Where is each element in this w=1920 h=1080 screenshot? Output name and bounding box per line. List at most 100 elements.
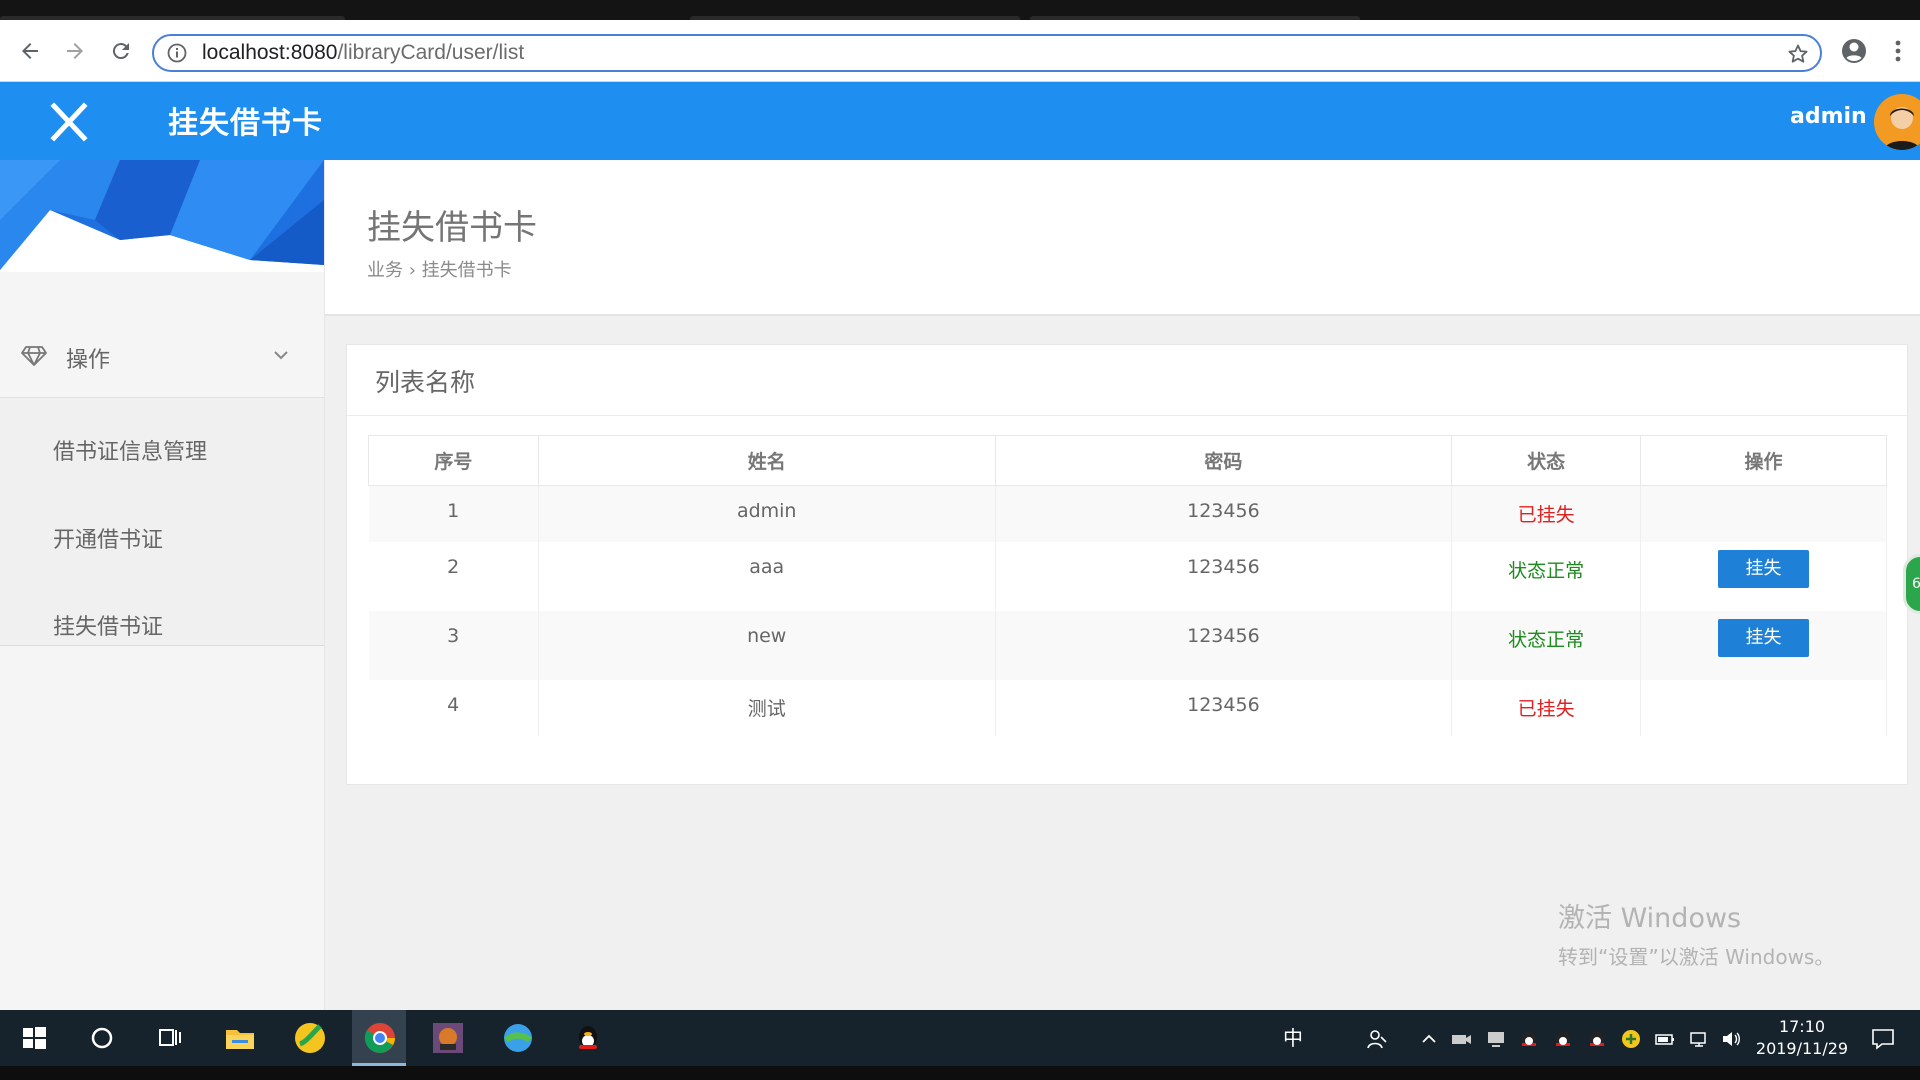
cell-name: admin	[538, 485, 996, 542]
clock-time: 17:10	[1778, 1017, 1826, 1036]
qq-tray-icon[interactable]	[1518, 1028, 1540, 1050]
sidebar-item-card-management[interactable]: 借书证信息管理	[53, 434, 207, 466]
account-icon[interactable]	[1837, 34, 1871, 68]
table-row: 2 aaa 123456 状态正常 挂失	[368, 541, 1887, 611]
forward-button[interactable]	[58, 34, 92, 68]
monitor-tray-icon[interactable]	[1485, 1028, 1507, 1050]
taskbar-clock[interactable]: 17:10 2019/11/29	[1750, 1016, 1854, 1060]
cell-no: 3	[368, 610, 539, 680]
back-button[interactable]	[13, 34, 47, 68]
battery-icon[interactable]	[1654, 1028, 1676, 1050]
qq-icon[interactable]	[570, 1020, 606, 1056]
avatar[interactable]	[1874, 94, 1920, 150]
main-content: 挂失借书卡 业务 › 挂失借书卡 列表名称 序号 姓名 密码 状态 操作 1 a…	[325, 160, 1920, 1010]
url-path: /libraryCard/user/list	[337, 41, 525, 64]
arrow-left-icon	[22, 43, 38, 59]
cell-name: aaa	[538, 541, 996, 611]
table-row: 1 admin 123456 已挂失	[368, 485, 1887, 542]
address-bar[interactable]: localhost:8080/libraryCard/user/list	[152, 34, 1822, 72]
url-host: localhost:8080	[202, 41, 338, 64]
kebab-menu-icon[interactable]	[1884, 34, 1912, 68]
task-view-icon[interactable]	[152, 1020, 188, 1056]
close-sidebar-icon[interactable]	[46, 102, 92, 142]
column-header-password: 密码	[994, 435, 1453, 486]
screen-bottom-border	[0, 1066, 1920, 1080]
cell-action: 挂失	[1640, 541, 1887, 611]
table-header-row: 序号 姓名 密码 状态 操作	[368, 435, 1887, 486]
breadcrumb-item[interactable]: 业务	[367, 260, 403, 281]
reload-button[interactable]	[104, 34, 138, 68]
panel-title: 列表名称	[375, 368, 476, 397]
volume-icon[interactable]	[1720, 1028, 1742, 1050]
ime-mode-label: 中	[1283, 1026, 1303, 1050]
app-title: 挂失借书卡	[168, 106, 323, 141]
cell-password: 123456	[995, 485, 1453, 542]
cell-action	[1640, 485, 1887, 542]
report-lost-button[interactable]: 挂失	[1718, 549, 1810, 588]
game-app-icon[interactable]	[430, 1020, 466, 1056]
windows-activation-watermark: 激活 Windows 转到“设置”以激活 Windows。	[1558, 896, 1834, 970]
column-header-name: 姓名	[537, 435, 996, 486]
page-header: 挂失借书卡 业务 › 挂失借书卡	[325, 160, 1920, 316]
user-name[interactable]: admin	[1790, 104, 1867, 129]
file-explorer-icon[interactable]	[222, 1020, 258, 1056]
sidebar-item-open-card[interactable]: 开通借书证	[53, 522, 163, 554]
chevron-up-icon[interactable]	[1418, 1028, 1440, 1050]
cell-password: 123456	[995, 610, 1453, 680]
cell-no: 2	[368, 541, 539, 611]
browser-tab-strip	[0, 0, 1920, 20]
cell-no: 4	[368, 679, 539, 736]
sidebar-menu-operations[interactable]: 操作	[0, 306, 324, 398]
browser-toolbar: localhost:8080/libraryCard/user/list	[0, 20, 1920, 82]
breadcrumb-item: 挂失借书卡	[421, 260, 512, 281]
notification-center-icon[interactable]	[1870, 1026, 1896, 1052]
plus-tray-icon[interactable]	[1620, 1028, 1642, 1050]
floating-badge[interactable]: 6	[1903, 554, 1920, 614]
url-text[interactable]: localhost:8080/libraryCard/user/list	[202, 41, 524, 65]
cortana-search-icon[interactable]	[84, 1020, 120, 1056]
ime-mode-icon[interactable]: 中	[1281, 1026, 1305, 1050]
sidebar: 操作 借书证信息管理 开通借书证 挂失借书证	[0, 160, 325, 1010]
list-panel: 列表名称 序号 姓名 密码 状态 操作 1 admin 123456 已挂失 2…	[346, 344, 1908, 785]
panel-divider	[347, 415, 1907, 416]
info-icon[interactable]	[167, 43, 187, 63]
sidebar-menu-label: 操作	[66, 348, 111, 373]
windows-taskbar: 中 17:10 2019/11/29	[0, 1010, 1920, 1066]
cell-action	[1640, 679, 1887, 736]
column-header-status: 状态	[1451, 435, 1642, 486]
sidebar-submenu: 借书证信息管理 开通借书证 挂失借书证	[0, 398, 324, 646]
cell-name: 测试	[538, 679, 996, 736]
browser-app-icon[interactable]	[292, 1020, 328, 1056]
network-icon[interactable]	[1688, 1028, 1710, 1050]
page-title: 挂失借书卡	[367, 208, 537, 248]
sidebar-banner	[0, 160, 324, 272]
bookmark-star-icon[interactable]	[1786, 42, 1810, 66]
table-row: 3 new 123456 状态正常 挂失	[368, 610, 1887, 680]
windows-start-icon[interactable]	[16, 1020, 52, 1056]
watermark-line-2: 转到“设置”以激活 Windows。	[1558, 945, 1835, 969]
column-header-no: 序号	[368, 435, 539, 486]
qq-tray-icon[interactable]	[1552, 1028, 1574, 1050]
cell-action: 挂失	[1640, 610, 1887, 680]
sidebar-item-report-lost[interactable]: 挂失借书证	[53, 609, 163, 641]
breadcrumb-separator: ›	[408, 260, 416, 281]
cell-status: 已挂失	[1451, 679, 1642, 736]
cell-status: 状态正常	[1451, 541, 1642, 611]
web-app-icon[interactable]	[500, 1020, 536, 1056]
cell-status: 已挂失	[1451, 485, 1642, 542]
arrow-right-icon	[67, 43, 83, 59]
breadcrumb: 业务 › 挂失借书卡	[367, 256, 512, 282]
chevron-down-icon	[274, 351, 288, 360]
app-header: 挂失借书卡 admin	[0, 82, 1920, 160]
chrome-icon[interactable]	[362, 1020, 398, 1056]
qq-tray-icon[interactable]	[1586, 1028, 1608, 1050]
report-lost-button[interactable]: 挂失	[1718, 618, 1810, 657]
polygon-banner-graphic	[0, 160, 324, 272]
table-row: 4 测试 123456 已挂失	[368, 679, 1887, 736]
cell-no: 1	[368, 485, 539, 542]
cell-name: new	[538, 610, 996, 680]
diamond-icon	[21, 346, 47, 366]
people-icon[interactable]	[1366, 1028, 1388, 1050]
user-avatar-icon	[1874, 94, 1920, 150]
camera-tray-icon[interactable]	[1450, 1028, 1472, 1050]
